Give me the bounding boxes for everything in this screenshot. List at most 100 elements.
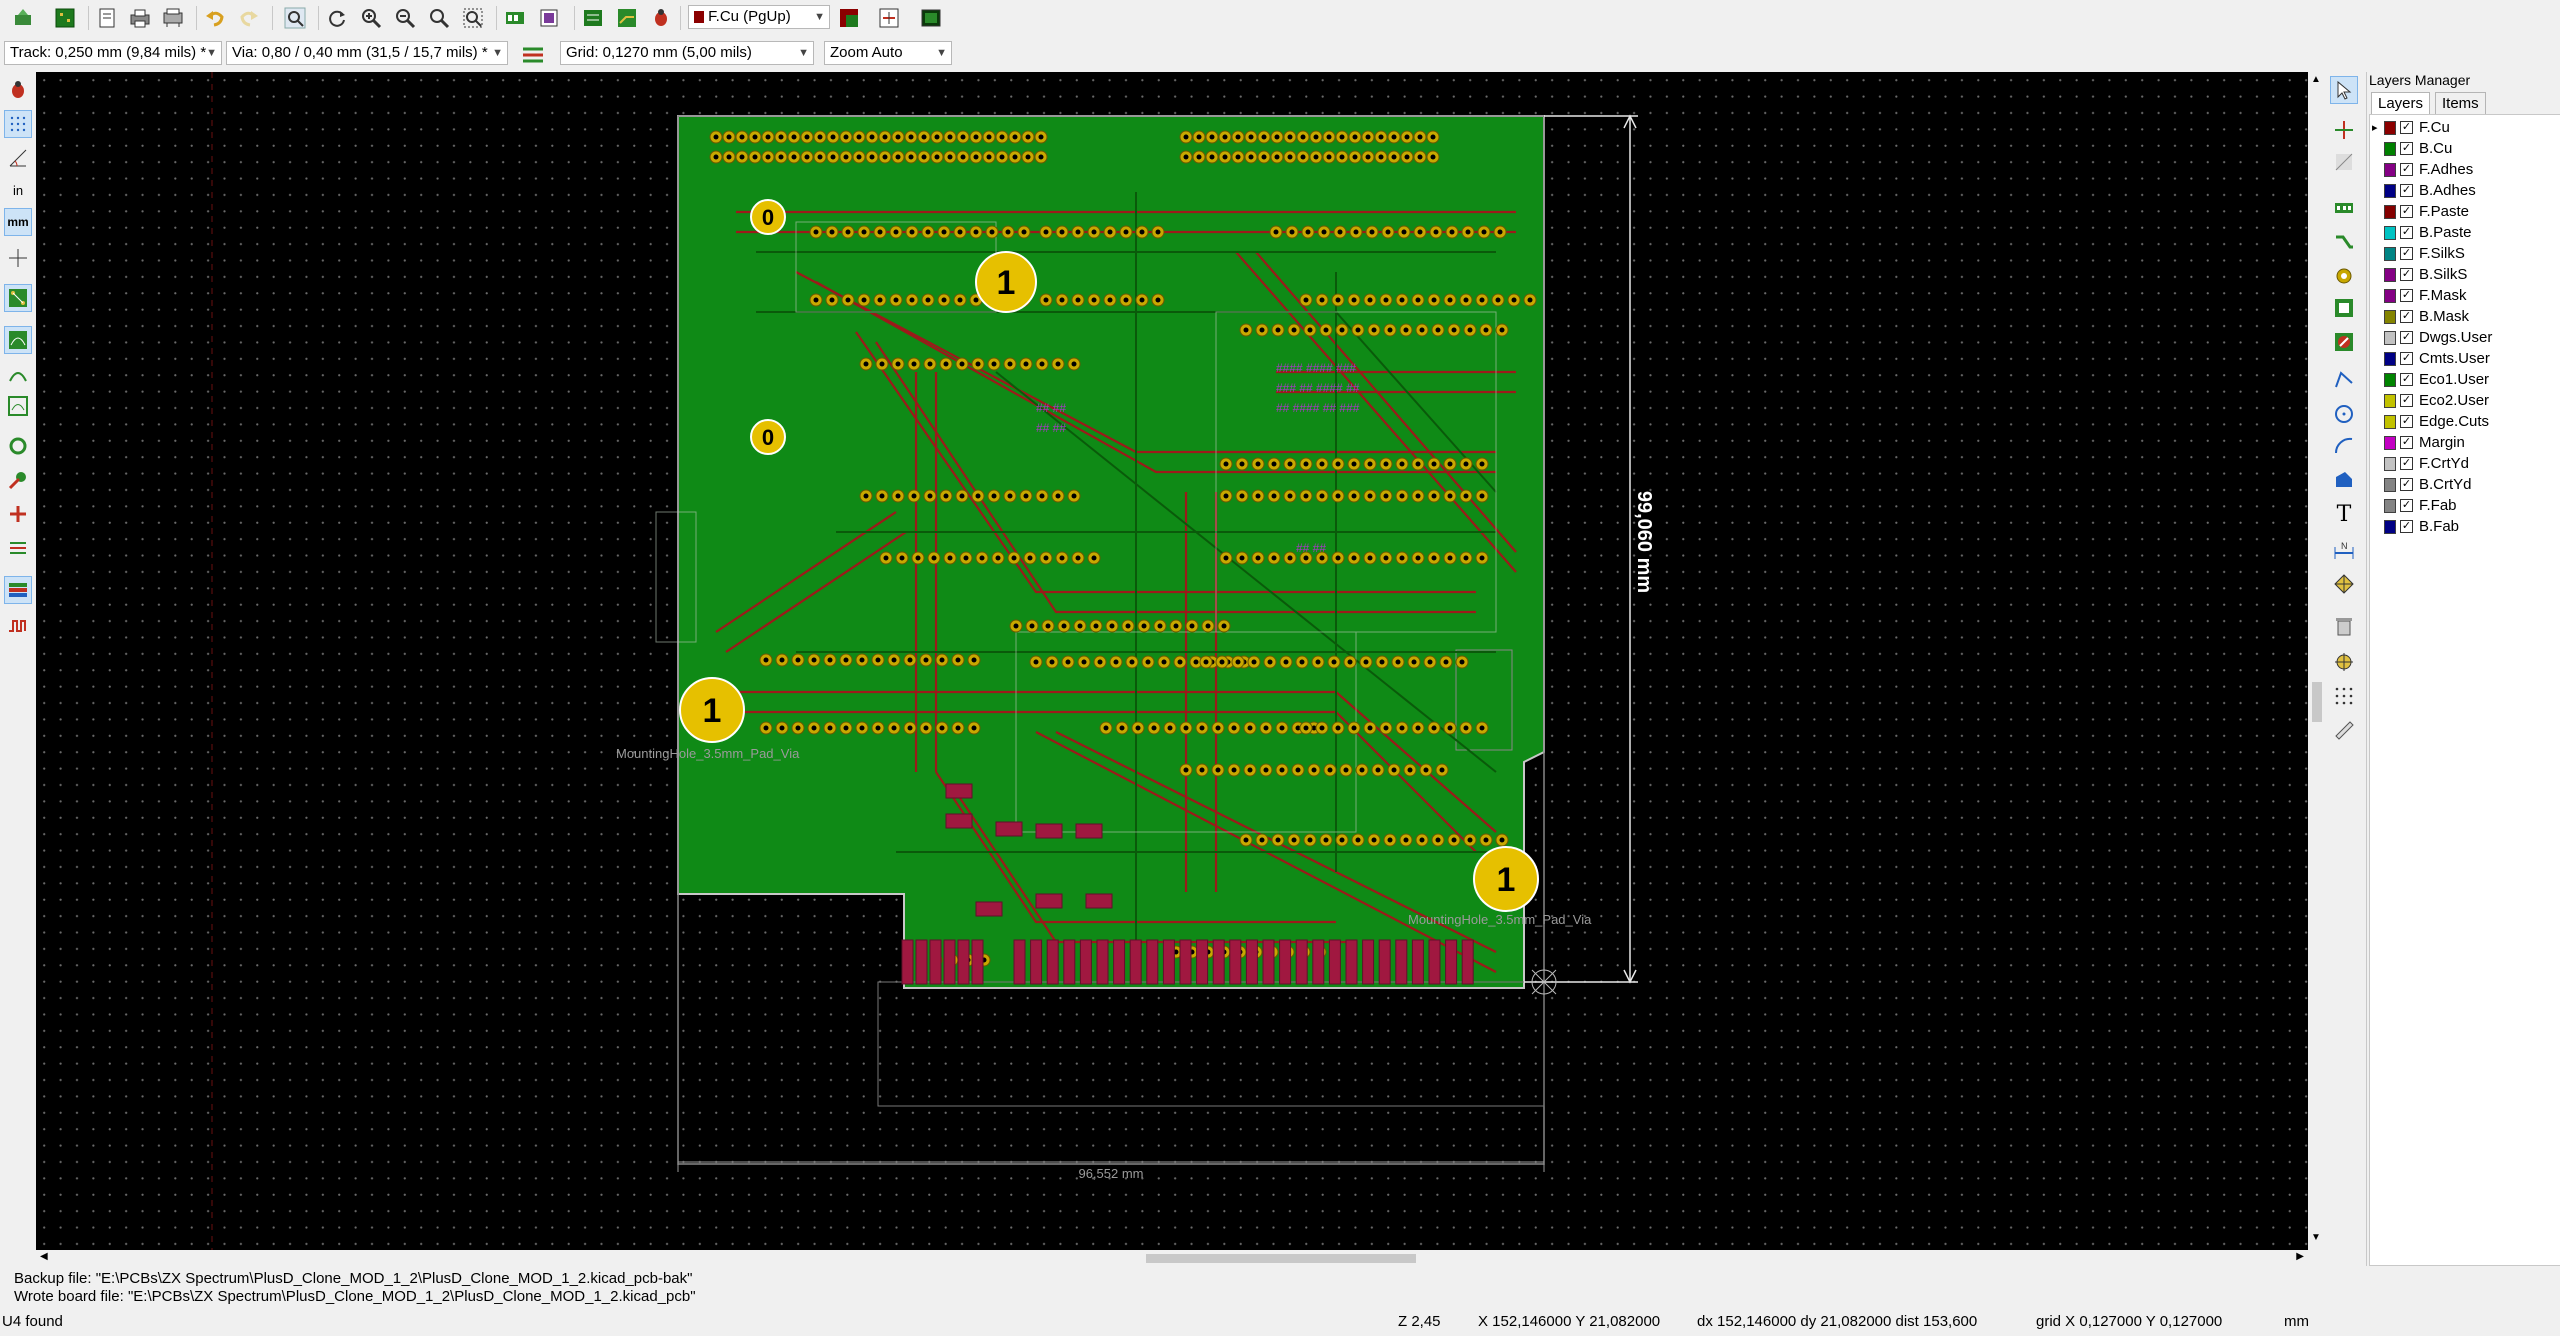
pad-sketch-icon[interactable] <box>4 432 32 460</box>
layer-row[interactable]: ✓ Dwgs.User <box>2370 327 2560 348</box>
layer-color-swatch[interactable] <box>2384 204 2396 219</box>
layer-color-swatch[interactable] <box>2384 435 2396 450</box>
scroll-down-icon[interactable]: ▼ <box>2311 1232 2321 1243</box>
zoom-in-icon[interactable] <box>356 3 386 33</box>
zoom-select[interactable]: Zoom Auto ▼ <box>824 41 952 65</box>
layer-color-swatch[interactable] <box>2384 477 2396 492</box>
layer-row[interactable]: ✓ Cmts.User <box>2370 348 2560 369</box>
layer-visibility-checkbox[interactable]: ✓ <box>2400 226 2413 239</box>
track-sketch-icon[interactable] <box>4 500 32 528</box>
layer-visibility-checkbox[interactable]: ✓ <box>2400 436 2413 449</box>
drill-origin-icon[interactable] <box>2330 648 2358 676</box>
layer-visibility-checkbox[interactable]: ✓ <box>2400 121 2413 134</box>
edge-connector-pad[interactable] <box>1245 939 1258 985</box>
scroll-right-icon[interactable]: ▶ <box>2296 1251 2304 1262</box>
edge-connector-pad[interactable] <box>1262 939 1275 985</box>
smd-component-pad[interactable] <box>945 813 973 829</box>
footprint-editor-icon[interactable] <box>534 3 564 33</box>
layer-row[interactable]: ✓ F.CrtYd <box>2370 453 2560 474</box>
microwave-toolbar-icon[interactable] <box>4 612 32 640</box>
autoroute-icon[interactable] <box>612 3 642 33</box>
edge-connector-pad[interactable] <box>1378 939 1391 985</box>
tab-layers[interactable]: Layers <box>2371 92 2431 116</box>
edge-connector-pad[interactable] <box>1196 939 1209 985</box>
vertical-scroll-thumb[interactable] <box>2312 682 2322 722</box>
scroll-left-icon[interactable]: ◀ <box>40 1251 48 1262</box>
layer-color-swatch[interactable] <box>2384 456 2396 471</box>
add-target-icon[interactable] <box>2330 570 2358 598</box>
layer-visibility-checkbox[interactable]: ✓ <box>2400 415 2413 428</box>
grid-origin-icon[interactable] <box>2330 682 2358 710</box>
page-settings-icon[interactable] <box>92 3 122 33</box>
layer-visibility-checkbox[interactable]: ✓ <box>2400 205 2413 218</box>
layer-visibility-checkbox[interactable]: ✓ <box>2400 268 2413 281</box>
add-text-icon[interactable]: T <box>2330 500 2358 528</box>
board-setup-icon[interactable] <box>8 3 38 33</box>
layer-visibility-checkbox[interactable]: ✓ <box>2400 352 2413 365</box>
smd-component-pad[interactable] <box>975 901 1003 917</box>
smd-component-pad[interactable] <box>1035 823 1063 839</box>
zone-sketch-icon[interactable] <box>4 392 32 420</box>
edge-connector-pad[interactable] <box>1312 939 1325 985</box>
layer-color-swatch[interactable] <box>2384 162 2396 177</box>
layer-row[interactable]: ✓ F.Fab <box>2370 495 2560 516</box>
via-size-select[interactable]: Via: 0,80 / 0,40 mm (31,5 / 15,7 mils) *… <box>226 41 508 65</box>
drc-icon[interactable] <box>646 3 676 33</box>
layer-select[interactable]: F.Cu (PgUp) ▼ <box>688 5 830 29</box>
scroll-up-icon[interactable]: ▲ <box>2311 74 2321 85</box>
edge-connector-pad[interactable] <box>901 939 914 985</box>
edge-connector-pad[interactable] <box>1445 939 1458 985</box>
undo-icon[interactable] <box>200 3 230 33</box>
layer-color-swatch[interactable] <box>2384 141 2396 156</box>
add-zone-icon[interactable] <box>2330 294 2358 322</box>
layer-settings-icon[interactable] <box>874 3 904 33</box>
layer-color-swatch[interactable] <box>2384 183 2396 198</box>
layer-row[interactable]: ✓ B.CrtYd <box>2370 474 2560 495</box>
layer-visibility-checkbox[interactable]: ✓ <box>2400 499 2413 512</box>
auto-track-width-icon[interactable] <box>518 39 548 69</box>
horizontal-scroll-thumb[interactable] <box>1146 1254 1416 1263</box>
add-line-icon[interactable] <box>2330 366 2358 394</box>
layer-row[interactable]: ✓ F.SilkS <box>2370 243 2560 264</box>
inch-units-icon[interactable]: in <box>4 176 32 204</box>
edge-connector-pad[interactable] <box>1079 939 1092 985</box>
layer-visibility-checkbox[interactable]: ✓ <box>2400 142 2413 155</box>
layer-visibility-checkbox[interactable]: ✓ <box>2400 310 2413 323</box>
layers-manager-toggle-icon[interactable] <box>4 576 32 604</box>
edge-connector-pad[interactable] <box>1113 939 1126 985</box>
layer-color-swatch[interactable] <box>2384 288 2396 303</box>
edge-connector-pad[interactable] <box>1411 939 1424 985</box>
edge-connector-pad[interactable] <box>1229 939 1242 985</box>
layer-pair-icon[interactable] <box>834 3 864 33</box>
script-console-icon[interactable] <box>916 3 946 33</box>
measure-icon[interactable] <box>2330 716 2358 744</box>
layer-row[interactable]: ✓ B.Cu <box>2370 138 2560 159</box>
edge-connector-pad[interactable] <box>1279 939 1292 985</box>
local-ratsnest-icon[interactable] <box>2330 148 2358 176</box>
refresh-icon[interactable] <box>322 3 352 33</box>
layer-row[interactable]: ✓ B.SilkS <box>2370 264 2560 285</box>
edge-connector-pad[interactable] <box>929 939 942 985</box>
layer-row[interactable]: ✓ Eco2.User <box>2370 390 2560 411</box>
layer-visibility-checkbox[interactable]: ✓ <box>2400 184 2413 197</box>
highlight-net-icon[interactable] <box>2330 116 2358 144</box>
edge-connector-pad[interactable] <box>1063 939 1076 985</box>
layer-row[interactable]: ✓ Edge.Cuts <box>2370 411 2560 432</box>
layer-visibility-checkbox[interactable]: ✓ <box>2400 520 2413 533</box>
layer-color-swatch[interactable] <box>2384 309 2396 324</box>
zoom-selection-icon[interactable] <box>458 3 488 33</box>
horizontal-scrollbar[interactable]: ◀ ▶ <box>36 1250 2308 1266</box>
redo-icon[interactable] <box>234 3 264 33</box>
edge-connector-pad[interactable] <box>943 939 956 985</box>
layer-color-swatch[interactable] <box>2384 498 2396 513</box>
high-contrast-icon[interactable] <box>4 534 32 562</box>
smd-component-pad[interactable] <box>945 783 973 799</box>
layer-visibility-checkbox[interactable]: ✓ <box>2400 289 2413 302</box>
print-icon[interactable] <box>125 3 155 33</box>
layer-row[interactable]: ✓ F.Paste <box>2370 201 2560 222</box>
mm-units-icon[interactable]: mm <box>4 208 32 236</box>
ratsnest-icon[interactable] <box>4 284 32 312</box>
layer-color-swatch[interactable] <box>2384 519 2396 534</box>
edge-connector-pad[interactable] <box>1461 939 1474 985</box>
plot-icon[interactable] <box>158 3 188 33</box>
